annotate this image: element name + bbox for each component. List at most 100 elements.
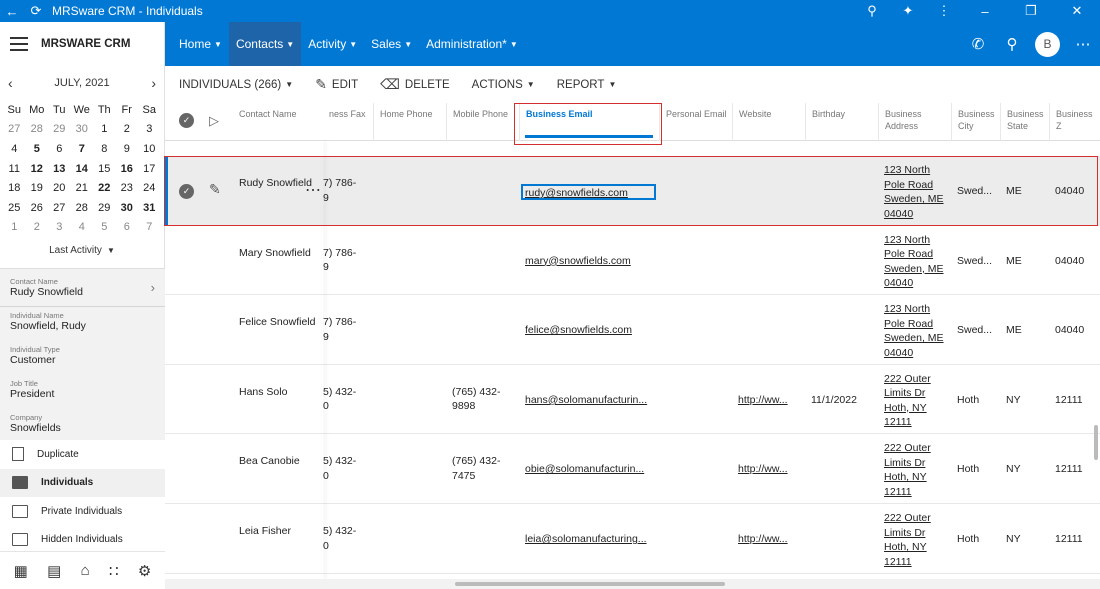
calendar-day[interactable]: 4 <box>71 218 94 238</box>
avatar[interactable]: B <box>1035 31 1060 57</box>
calendar-day[interactable]: 29 <box>48 120 71 140</box>
calendar-day[interactable]: 4 <box>3 139 26 159</box>
column-header-business-zip[interactable]: Business Z <box>1049 103 1100 141</box>
nav-item-duplicate[interactable]: Duplicate <box>0 440 165 469</box>
buildings-icon[interactable]: ▤ <box>47 562 61 580</box>
calendar-day[interactable]: 20 <box>48 178 71 198</box>
cell-business-address[interactable]: 123 North Pole Road Sweden, ME 04040 <box>884 233 944 291</box>
restore-button[interactable]: ❐ <box>1008 0 1054 22</box>
column-header-home-phone[interactable]: Home Phone <box>373 103 446 141</box>
search-icon[interactable]: ⚲ <box>995 35 1029 53</box>
calendar-day[interactable]: 9 <box>116 139 139 159</box>
cell-business-email[interactable]: rudy@snowfields.com <box>521 184 656 200</box>
calendar-day[interactable]: 21 <box>71 178 94 198</box>
chevron-right-icon[interactable]: › <box>151 280 155 295</box>
cell-business-address[interactable]: 222 Outer Limits Dr Hoth, NY 12111 <box>884 511 931 569</box>
calendar-day[interactable]: 29 <box>93 198 116 218</box>
calendar-day[interactable]: 6 <box>48 139 71 159</box>
cell-business-email[interactable]: mary@snowfields.com <box>525 254 631 269</box>
calendar-day[interactable]: 27 <box>48 198 71 218</box>
column-header-business-state[interactable]: Business State <box>1000 103 1049 141</box>
table-row[interactable]: Mary Snowfield 7) 786- 9 mary@snowfields.c… <box>165 225 1100 296</box>
column-header-website[interactable]: Website <box>732 103 805 141</box>
menu-home[interactable]: Home ▼ <box>165 22 229 66</box>
calendar-day[interactable]: 14 <box>71 159 94 179</box>
calendar-day[interactable]: 24 <box>138 178 161 198</box>
calendar-day[interactable]: 26 <box>26 198 49 218</box>
calendar-day[interactable]: 7 <box>71 139 94 159</box>
calendar-day[interactable]: 31 <box>138 198 161 218</box>
cell-website[interactable]: http://ww... <box>738 393 788 408</box>
calendar-day[interactable]: 2 <box>116 120 139 140</box>
column-header-business-address[interactable]: Business Address <box>878 103 951 141</box>
vertical-scrollbar[interactable] <box>1094 425 1098 460</box>
calendar-day[interactable]: 25 <box>3 198 26 218</box>
column-header-birthday[interactable]: Birthday <box>805 103 878 141</box>
menu-contacts[interactable]: Contacts ▼ <box>228 22 302 66</box>
column-header-personal-email[interactable]: Personal Email <box>659 103 732 141</box>
calendar-day[interactable]: 10 <box>138 139 161 159</box>
pencil-icon[interactable]: ✎ <box>209 181 221 198</box>
calendar-day[interactable]: 5 <box>93 218 116 238</box>
chevron-right-icon[interactable]: › <box>151 75 156 91</box>
table-row[interactable]: Felice Snowfield 7) 786- 9 felice@snowfiel… <box>165 295 1100 365</box>
cell-website[interactable]: http://ww... <box>738 462 788 477</box>
table-row[interactable]: Hans Solo 5) 432- 0 (765) 432- 9898 hans@so… <box>165 364 1100 435</box>
cell-business-address[interactable]: 123 North Pole Road Sweden, ME 04040 <box>884 302 944 360</box>
calendar-day[interactable]: 11 <box>3 159 26 179</box>
actions-dropdown[interactable]: ACTIONS ▼ <box>472 79 535 91</box>
cell-business-address[interactable]: 222 Outer Limits Dr Hoth, NY 12111 <box>884 441 931 499</box>
calendar-day[interactable]: 19 <box>26 178 49 198</box>
row-checkbox[interactable]: ✓ <box>179 184 194 199</box>
cell-website[interactable]: http://ww... <box>738 532 788 547</box>
calendar-day[interactable]: 2 <box>26 218 49 238</box>
cell-business-email[interactable]: hans@solomanufacturin... <box>525 393 647 408</box>
cell-business-email[interactable]: obie@solomanufacturin... <box>525 462 644 477</box>
report-dropdown[interactable]: REPORT ▼ <box>557 79 617 91</box>
calendar-day[interactable]: 3 <box>138 120 161 140</box>
back-arrow-icon[interactable]: ← <box>0 0 24 22</box>
tag-icon[interactable]: ▷ <box>209 113 219 129</box>
calendar-day[interactable]: 30 <box>116 198 139 218</box>
calendar-day[interactable]: 28 <box>71 198 94 218</box>
select-all-checkbox[interactable]: ✓ <box>179 113 194 128</box>
calendar-day[interactable]: 27 <box>3 120 26 140</box>
more-vertical-icon[interactable]: ⋮ <box>926 0 962 22</box>
apps-grid-icon[interactable]: ∷ <box>109 562 119 580</box>
calendar-day[interactable]: 16 <box>116 159 139 179</box>
cell-business-address[interactable]: 123 North Pole Road Sweden, ME 04040 <box>884 163 944 221</box>
phone-icon[interactable]: ✆ <box>961 35 995 53</box>
gear-icon[interactable]: ⚙ <box>138 562 151 580</box>
calendar-day[interactable]: 30 <box>71 120 94 140</box>
menu-administration[interactable]: Administration* ▼ <box>419 22 525 66</box>
companies-icon[interactable]: ▦ <box>14 562 28 580</box>
menu-sales[interactable]: Sales ▼ <box>364 22 419 66</box>
calendar-day[interactable]: 6 <box>116 218 139 238</box>
calendar-day[interactable]: 7 <box>138 218 161 238</box>
cell-business-address[interactable]: 222 Outer Limits Dr Hoth, NY 12111 <box>884 372 931 430</box>
calendar-day[interactable]: 12 <box>26 159 49 179</box>
cell-business-email[interactable]: leia@solomanufacturing... <box>525 532 647 547</box>
close-button[interactable]: ✕ <box>1054 0 1100 22</box>
nav-item-individuals[interactable]: Individuals <box>0 468 165 497</box>
calendar-day[interactable]: 28 <box>26 120 49 140</box>
extensions-icon[interactable]: ✦ <box>890 0 926 22</box>
calendar-day[interactable]: 22 <box>93 178 116 198</box>
calendar-day[interactable]: 3 <box>48 218 71 238</box>
column-header-business-city[interactable]: Business City <box>951 103 1000 141</box>
search-icon[interactable]: ⚲ <box>854 0 890 22</box>
calendar-day[interactable]: 18 <box>3 178 26 198</box>
delete-button[interactable]: ⌫ DELETE <box>380 76 450 93</box>
calendar-day[interactable]: 1 <box>3 218 26 238</box>
calendar-day[interactable]: 15 <box>93 159 116 179</box>
calendar-day[interactable]: 17 <box>138 159 161 179</box>
table-row[interactable]: Leia Fisher 5) 432- 0 leia@solomanufacturi… <box>165 504 1100 574</box>
view-selector[interactable]: INDIVIDUALS (266) ▼ <box>179 79 293 91</box>
horizontal-scrollbar[interactable] <box>165 579 1100 589</box>
nav-item-private-individuals[interactable]: Private Individuals <box>0 497 165 526</box>
bank-icon[interactable]: ⌂ <box>81 562 90 579</box>
nav-item-hidden-individuals[interactable]: Hidden Individuals <box>0 525 165 554</box>
menu-activity[interactable]: Activity ▼ <box>301 22 364 66</box>
last-activity-dropdown[interactable]: Last Activity ▼ <box>0 237 164 263</box>
contact-name-field[interactable]: Contact Name Rudy Snowfield › <box>0 269 165 307</box>
